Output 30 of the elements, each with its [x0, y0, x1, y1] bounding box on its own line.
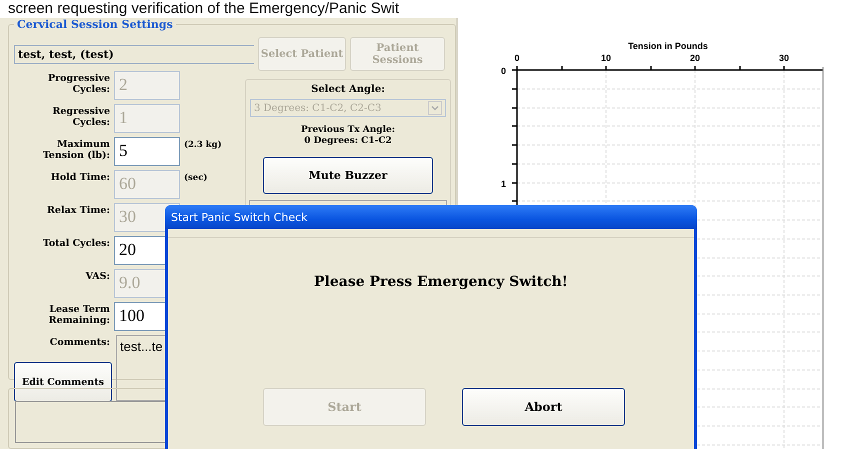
- panel-title: Cervical Session Settings: [16, 18, 174, 31]
- field-label: Total Cycles:: [42, 238, 111, 249]
- select-angle-label: Select Angle:: [311, 84, 385, 95]
- patient-field[interactable]: test, test, (test): [14, 44, 254, 64]
- field-label: Lease Term Remaining:: [48, 304, 111, 326]
- y-tick-label: 0: [500, 66, 506, 76]
- unit-label: (2.3 kg): [184, 140, 222, 150]
- x-tick-label: 30: [779, 53, 789, 63]
- field-label: Regressive Cycles:: [51, 106, 111, 128]
- x-tick-label: 0: [514, 53, 520, 63]
- field-label: Hold Time:: [50, 172, 111, 183]
- field-label: Maximum Tension (lb):: [42, 139, 111, 161]
- dialog-button[interactable]: Abort: [462, 388, 625, 426]
- x-tick-label: 20: [690, 53, 700, 63]
- previous-angle-label: Previous Tx Angle:: [300, 125, 396, 136]
- unit-label: (sec): [184, 173, 208, 183]
- chart-title: Tension in Pounds: [628, 41, 708, 51]
- edit-comments-button[interactable]: Edit Comments: [14, 362, 112, 402]
- y-tick-label: 1: [500, 179, 506, 189]
- field-label: VAS:: [84, 271, 111, 282]
- caption-text: screen requesting verification of the Emergency/Panic Swit: [7, 0, 400, 18]
- field-label: Progressive Cycles:: [46, 73, 111, 95]
- x-tick-label: 10: [601, 53, 611, 63]
- field-label: Comments:: [48, 337, 111, 348]
- dialog-message: Please Press Emergency Switch!: [314, 274, 568, 290]
- number-field[interactable]: 5: [114, 137, 180, 166]
- field-label: Relax Time:: [46, 205, 111, 216]
- caret-icon: [428, 101, 442, 115]
- mute-buzzer-button[interactable]: Mute Buzzer: [263, 157, 433, 194]
- previous-angle-value: 0 Degrees: C1-C2: [304, 136, 392, 147]
